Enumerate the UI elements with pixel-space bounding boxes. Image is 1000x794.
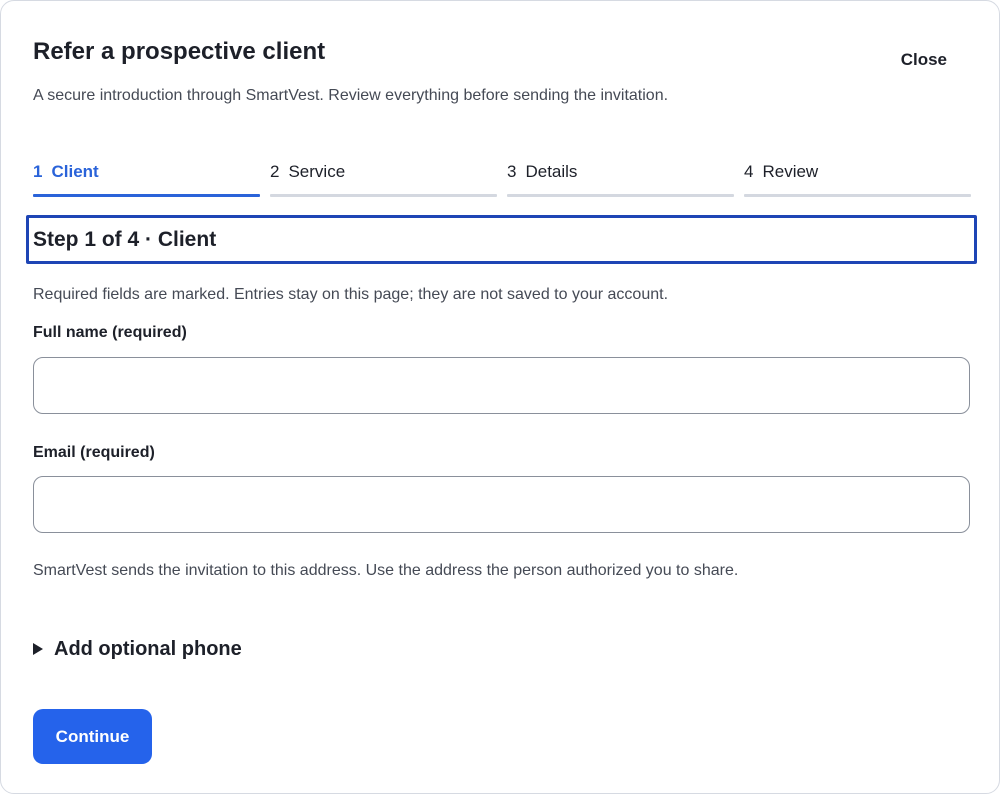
step-label: Service: [288, 162, 346, 181]
dialog-subtitle: A secure introduction through SmartVest.…: [33, 87, 669, 104]
step-number: 4: [744, 162, 754, 181]
email-label: Email (required): [33, 444, 155, 461]
full-name-label: Full name (required): [33, 324, 187, 341]
tab-service[interactable]: 2 Service: [270, 159, 497, 199]
add-optional-phone-label: Add optional phone: [54, 638, 242, 660]
step-tabs: 1 Client 2 Service 3 Details 4 Review: [33, 159, 971, 199]
email-input[interactable]: [33, 476, 970, 533]
referral-dialog: Refer a prospective client Close A secur…: [0, 0, 1000, 794]
close-button[interactable]: Close: [901, 49, 947, 71]
step-number: 3: [507, 162, 517, 181]
step-label: Details: [525, 162, 578, 181]
step-number: 1: [33, 162, 43, 181]
tab-details[interactable]: 3 Details: [507, 159, 734, 199]
required-fields-note: Required fields are marked. Entries stay…: [33, 286, 669, 303]
tab-client[interactable]: 1 Client: [33, 159, 260, 199]
add-optional-phone-toggle[interactable]: Add optional phone: [33, 637, 242, 661]
continue-button[interactable]: Continue: [33, 709, 152, 764]
disclosure-triangle-icon: [33, 643, 43, 655]
full-name-input[interactable]: [33, 357, 970, 414]
step-label: Client: [51, 162, 99, 181]
step-label: Review: [762, 162, 819, 181]
tab-review[interactable]: 4 Review: [744, 159, 971, 199]
section-heading: Step 1 of 4 · Client: [33, 228, 217, 251]
step-number: 2: [270, 162, 280, 181]
dialog-title: Refer a prospective client: [33, 38, 326, 65]
email-hint: SmartVest sends the invitation to this a…: [33, 562, 739, 579]
